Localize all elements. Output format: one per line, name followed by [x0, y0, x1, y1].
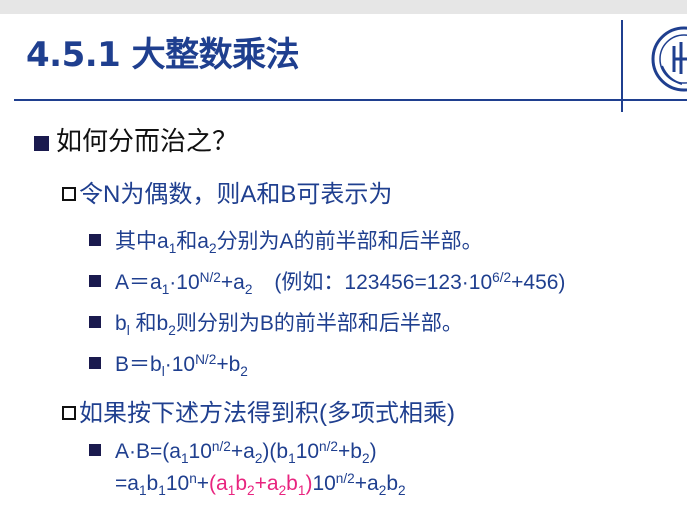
list-item-a-halves: 其中a1和a2分别为A的前半部和后半部。 [89, 225, 483, 255]
slide-title: 4.5.1 大整数乘法 [26, 35, 300, 75]
formula-line-2: =a1b110n+(a1b2+a2b1)10n/2+a2b2 [115, 470, 406, 498]
hollow-square-bullet-icon [62, 186, 76, 201]
question-how-divide: 如何分而治之？ [34, 121, 238, 158]
top-bar [0, 0, 687, 14]
list-item-a-expression: A＝a1·10N/2+a2 (例如：123456=123·106/2+456) [89, 266, 565, 296]
square-bullet-icon [34, 135, 49, 151]
square-bullet-icon [89, 234, 101, 247]
list-item-b-halves: bl 和b2则分别为B的前半部和后半部。 [89, 307, 463, 337]
square-bullet-icon [89, 316, 101, 329]
list-item-b-expression: B＝bl·10N/2+b2 [89, 348, 248, 378]
statement-polynomial-multiply: 如果按下述方法得到积(多项式相乘) [62, 393, 455, 428]
statement-n-even: 令N为偶数，则A和B可表示为 [62, 174, 392, 209]
title-underline [14, 99, 687, 101]
university-seal-logo [651, 26, 687, 92]
hollow-square-bullet-icon [62, 405, 76, 420]
square-bullet-icon [89, 444, 101, 457]
square-bullet-icon [89, 357, 101, 370]
square-bullet-icon [89, 275, 101, 288]
formula-line-1: A·B=(a110n/2+a2)(b110n/2+b2) [89, 439, 377, 465]
highlighted-cross-term: (a1b2+a2b1) [209, 472, 313, 498]
title-vertical-rule [621, 20, 623, 112]
